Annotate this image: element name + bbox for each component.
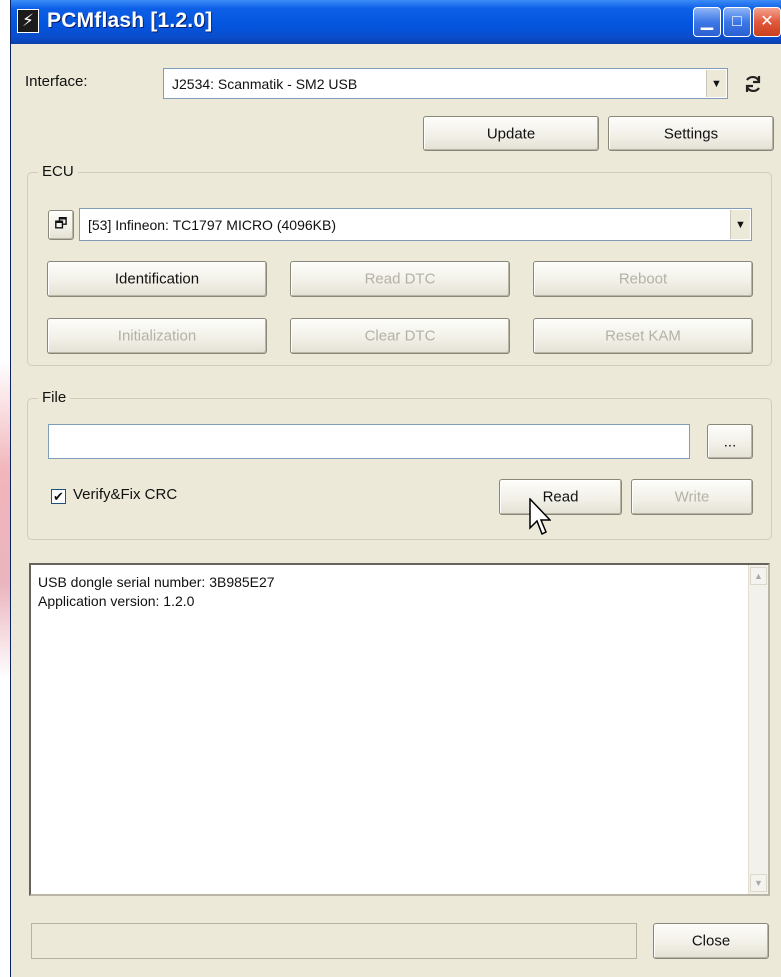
interface-select-value: J2534: Scanmatik - SM2 USB (172, 75, 358, 92)
progress-bar (31, 923, 637, 959)
initialization-button[interactable]: Initialization (47, 318, 267, 354)
file-path-input[interactable] (48, 424, 690, 459)
ecu-select[interactable]: [53] Infineon: TC1797 MICRO (4096KB) ▼ (79, 208, 752, 241)
file-group: File (27, 389, 772, 540)
refresh-icon[interactable] (741, 72, 765, 96)
lightning-icon: ⚡ (17, 9, 39, 33)
update-button[interactable]: Update (423, 116, 599, 151)
scroll-down-icon[interactable]: ▼ (750, 874, 767, 892)
log-output[interactable]: USB dongle serial number: 3B985E27 Appli… (29, 563, 770, 896)
log-line: USB dongle serial number: 3B985E27 (38, 574, 275, 590)
file-group-title: File (38, 389, 71, 406)
settings-button[interactable]: Settings (608, 116, 774, 151)
minimize-button[interactable]: ▁ (693, 7, 721, 37)
scroll-up-icon[interactable]: ▲ (750, 567, 767, 585)
ecu-windows-button[interactable]: 🗗 (48, 210, 74, 240)
verify-crc-label: Verify&Fix CRC (73, 486, 178, 503)
interface-select[interactable]: J2534: Scanmatik - SM2 USB ▼ (163, 68, 728, 99)
log-lines: USB dongle serial number: 3B985E27 Appli… (38, 573, 275, 611)
reboot-button[interactable]: Reboot (533, 261, 753, 297)
chevron-down-icon[interactable]: ▼ (730, 210, 750, 239)
maximize-button[interactable]: □ (723, 7, 751, 37)
browse-button[interactable]: ... (707, 424, 753, 459)
app-window: ⚡ PCMflash [1.2.0] ▁ □ ✕ Interface: J253… (10, 0, 781, 977)
title-bar[interactable]: ⚡ PCMflash [1.2.0] ▁ □ ✕ (11, 0, 781, 44)
interface-label: Interface: (25, 73, 88, 90)
windows-icon: 🗗 (54, 215, 68, 231)
log-scrollbar[interactable]: ▲ ▼ (748, 565, 768, 894)
close-window-button[interactable]: ✕ (753, 7, 781, 37)
chevron-down-icon[interactable]: ▼ (706, 70, 726, 97)
read-dtc-button[interactable]: Read DTC (290, 261, 510, 297)
identification-button[interactable]: Identification (47, 261, 267, 297)
verify-crc-checkbox[interactable]: ✔ (51, 489, 66, 504)
read-button[interactable]: Read (499, 479, 622, 515)
close-button[interactable]: Close (653, 923, 769, 959)
window-title: PCMflash [1.2.0] (47, 9, 213, 32)
clear-dtc-button[interactable]: Clear DTC (290, 318, 510, 354)
write-button[interactable]: Write (631, 479, 753, 515)
mouse-cursor-icon (529, 498, 551, 536)
ecu-group-title: ECU (38, 163, 78, 180)
log-line: Application version: 1.2.0 (38, 593, 195, 609)
ecu-select-value: [53] Infineon: TC1797 MICRO (4096KB) (88, 216, 336, 233)
reset-kam-button[interactable]: Reset KAM (533, 318, 753, 354)
